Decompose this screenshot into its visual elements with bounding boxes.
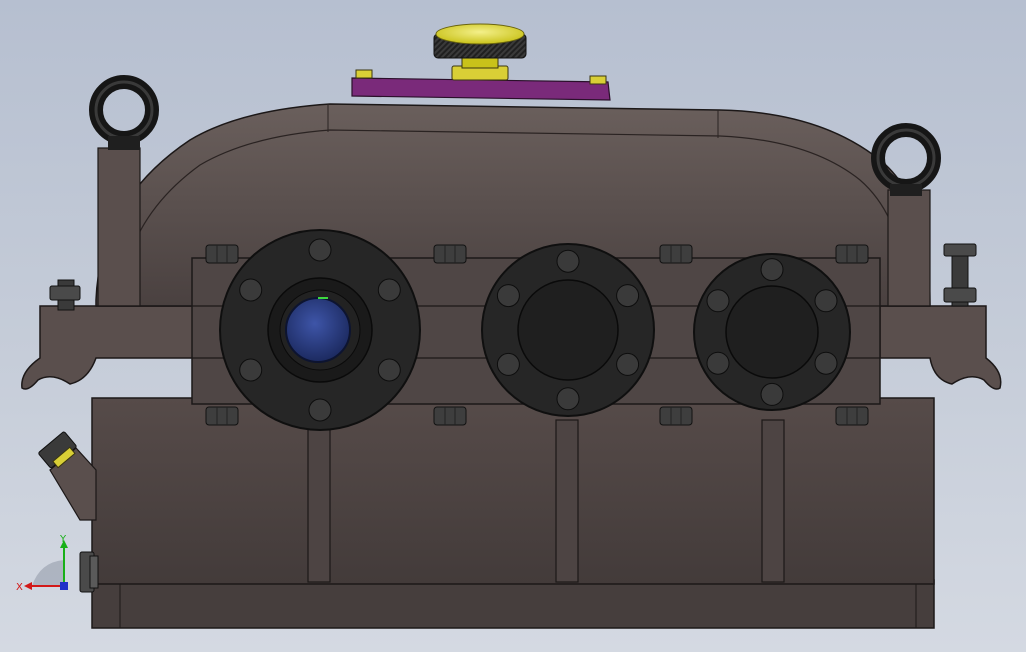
cap-bolt-head — [616, 284, 640, 308]
cap-bolt-head — [556, 387, 580, 411]
cad-viewport[interactable]: Y X — [0, 0, 1026, 652]
left-flange — [21, 305, 196, 390]
bolt-icon — [205, 406, 239, 426]
lifting-eye-icon — [871, 123, 941, 196]
drain-plug-icon[interactable] — [79, 551, 99, 593]
cap-bolt-head — [496, 284, 520, 308]
cap-bolt-head — [760, 382, 784, 406]
left-boss — [97, 147, 141, 307]
bearing-cap-intermediate[interactable] — [481, 243, 655, 417]
bolt-icon — [433, 406, 467, 426]
cap-bolt-head — [239, 278, 263, 302]
bearing-cap-input[interactable] — [219, 229, 421, 431]
bearing-cap-output[interactable] — [693, 253, 851, 411]
right-flange — [879, 305, 1002, 390]
cap-bolt-head — [706, 289, 730, 313]
cap-bolt-head — [308, 238, 332, 262]
cap-bolt-head — [377, 358, 401, 382]
bolt-icon — [943, 243, 977, 307]
bolt-icon — [433, 244, 467, 264]
bolt-icon — [659, 244, 693, 264]
cap-bolt-head — [496, 352, 520, 376]
cap-bolt-head — [706, 351, 730, 375]
oil-plug-icon[interactable] — [38, 431, 97, 521]
lifting-eye-icon — [89, 75, 159, 150]
bolt-icon — [835, 406, 869, 426]
cap-bolt-head — [239, 358, 263, 382]
cap-bolt-head — [377, 278, 401, 302]
cap-bolt-head — [616, 352, 640, 376]
lower-housing — [91, 397, 935, 585]
breather-knob-icon[interactable] — [433, 23, 527, 81]
cap-bolt-head — [814, 289, 838, 313]
right-boss — [887, 189, 931, 307]
triad-y-label: Y — [59, 534, 67, 545]
cap-bolt-head — [814, 351, 838, 375]
bolt-icon — [205, 244, 239, 264]
base-plate — [91, 579, 935, 629]
cap-bolt-head — [760, 258, 784, 282]
bolt-icon — [835, 244, 869, 264]
bolt-icon — [659, 406, 693, 426]
cap-bolt-head — [308, 398, 332, 422]
cap-bolt-head — [556, 249, 580, 273]
coordinate-triad-icon: Y X — [16, 534, 68, 593]
triad-x-label: X — [16, 582, 23, 593]
bearing-seal — [285, 297, 351, 363]
